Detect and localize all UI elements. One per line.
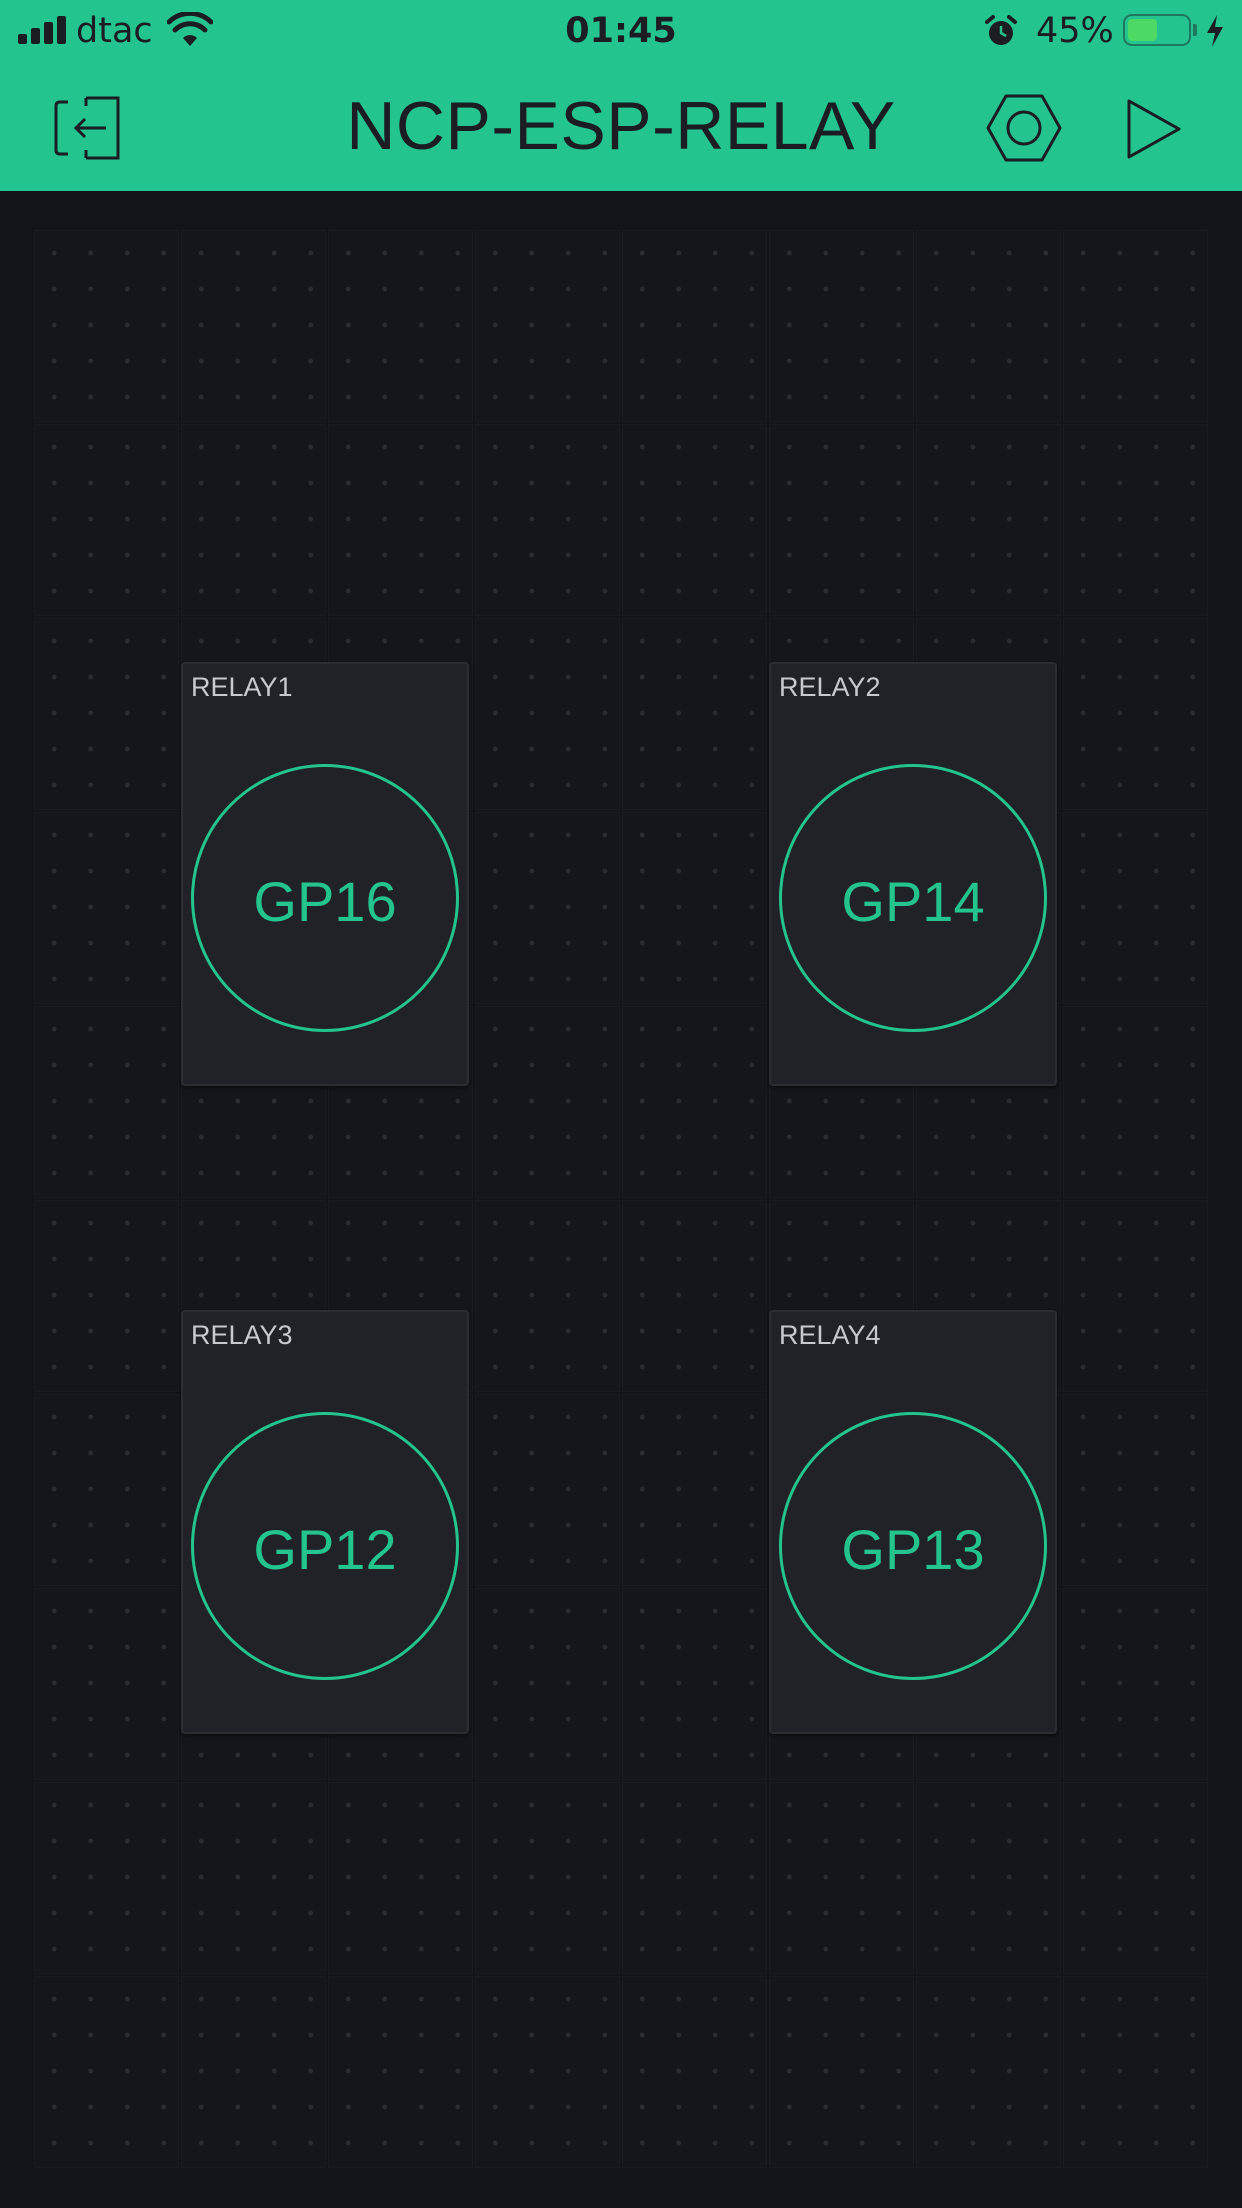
- relay2-button[interactable]: GP14: [779, 764, 1047, 1032]
- button-label: GP14: [841, 869, 985, 933]
- grid-cell: [916, 230, 1061, 422]
- button-label: GP13: [841, 1517, 985, 1581]
- grid-cell: [475, 812, 620, 1004]
- grid-cell: [622, 1394, 767, 1586]
- grid-cell: [1063, 1006, 1208, 1198]
- relay3-button[interactable]: GP12: [191, 1412, 459, 1680]
- grid-cell: [916, 1976, 1061, 2168]
- grid-cell: [475, 1006, 620, 1198]
- relay4-button[interactable]: GP13: [779, 1412, 1047, 1680]
- grid-cell: [622, 618, 767, 810]
- grid-cell: [328, 1976, 473, 2168]
- grid-cell: [622, 1006, 767, 1198]
- grid-cell: [1063, 1588, 1208, 1780]
- grid-cell: [622, 812, 767, 1004]
- grid-cell: [475, 424, 620, 616]
- grid-cell: [769, 230, 914, 422]
- grid-cell: [475, 618, 620, 810]
- grid-cell: [475, 1588, 620, 1780]
- grid-cell: [34, 812, 179, 1004]
- grid-cell: [1063, 1394, 1208, 1586]
- grid-cell: [622, 1588, 767, 1780]
- grid-cell: [34, 1976, 179, 2168]
- grid-cell: [475, 1976, 620, 2168]
- widget-label: RELAY3: [191, 1320, 293, 1350]
- grid-cell: [622, 424, 767, 616]
- grid-cell: [34, 424, 179, 616]
- grid-cell: [34, 1006, 179, 1198]
- widget-label: RELAY4: [779, 1320, 881, 1350]
- grid-cell: [1063, 1200, 1208, 1392]
- grid-cell: [622, 1200, 767, 1392]
- grid-cell: [769, 1782, 914, 1974]
- app-header: dtac 01:45 45% NCP-ESP-RELAY: [0, 0, 1242, 191]
- button-label: GP16: [253, 869, 397, 933]
- grid-cell: [181, 424, 326, 616]
- alarm-icon: [985, 15, 1017, 45]
- relay2-widget: RELAY2 GP14: [769, 662, 1057, 1086]
- grid-cell: [328, 230, 473, 422]
- grid-cell: [181, 1782, 326, 1974]
- grid-cell: [34, 1782, 179, 1974]
- grid-cell: [328, 1782, 473, 1974]
- relay1-widget: RELAY1 GP16: [181, 662, 469, 1086]
- grid-cell: [34, 1394, 179, 1586]
- nav-bar: NCP-ESP-RELAY: [0, 62, 1242, 191]
- grid-cell: [916, 1782, 1061, 1974]
- grid-cell: [1063, 618, 1208, 810]
- grid-cell: [1063, 424, 1208, 616]
- battery-fill: [1128, 19, 1157, 41]
- play-icon[interactable]: [1126, 98, 1182, 160]
- grid-cell: [34, 230, 179, 422]
- widget-canvas: RELAY1 GP16 RELAY2 GP14 RELAY3 GP12 RELA…: [33, 229, 1209, 2169]
- grid-cell: [622, 230, 767, 422]
- battery-percent: 45%: [1036, 11, 1114, 51]
- grid-cell: [769, 424, 914, 616]
- grid-cell: [34, 618, 179, 810]
- grid-cell: [181, 1976, 326, 2168]
- charging-icon: [1207, 15, 1223, 47]
- settings-hexagon-icon[interactable]: [986, 93, 1062, 163]
- grid-cell: [328, 424, 473, 616]
- grid-cell: [34, 1200, 179, 1392]
- grid-cell: [769, 1976, 914, 2168]
- grid-cell: [622, 1782, 767, 1974]
- battery-cap: [1193, 24, 1197, 36]
- grid-cell: [475, 1200, 620, 1392]
- grid-cell: [475, 1394, 620, 1586]
- grid-cell: [916, 424, 1061, 616]
- grid-cell: [34, 1588, 179, 1780]
- status-bar: dtac 01:45 45%: [0, 0, 1242, 62]
- grid-cell: [1063, 812, 1208, 1004]
- relay4-widget: RELAY4 GP13: [769, 1310, 1057, 1734]
- button-label: GP12: [253, 1517, 397, 1581]
- widget-label: RELAY1: [191, 672, 293, 702]
- grid-cell: [475, 1782, 620, 1974]
- widget-label: RELAY2: [779, 672, 881, 702]
- grid-cell: [181, 230, 326, 422]
- relay3-widget: RELAY3 GP12: [181, 1310, 469, 1734]
- grid-cell: [1063, 1782, 1208, 1974]
- grid-cell: [475, 230, 620, 422]
- relay1-button[interactable]: GP16: [191, 764, 459, 1032]
- grid-cell: [1063, 1976, 1208, 2168]
- grid-cell: [622, 1976, 767, 2168]
- grid-cell: [1063, 230, 1208, 422]
- battery-icon: [1123, 14, 1191, 46]
